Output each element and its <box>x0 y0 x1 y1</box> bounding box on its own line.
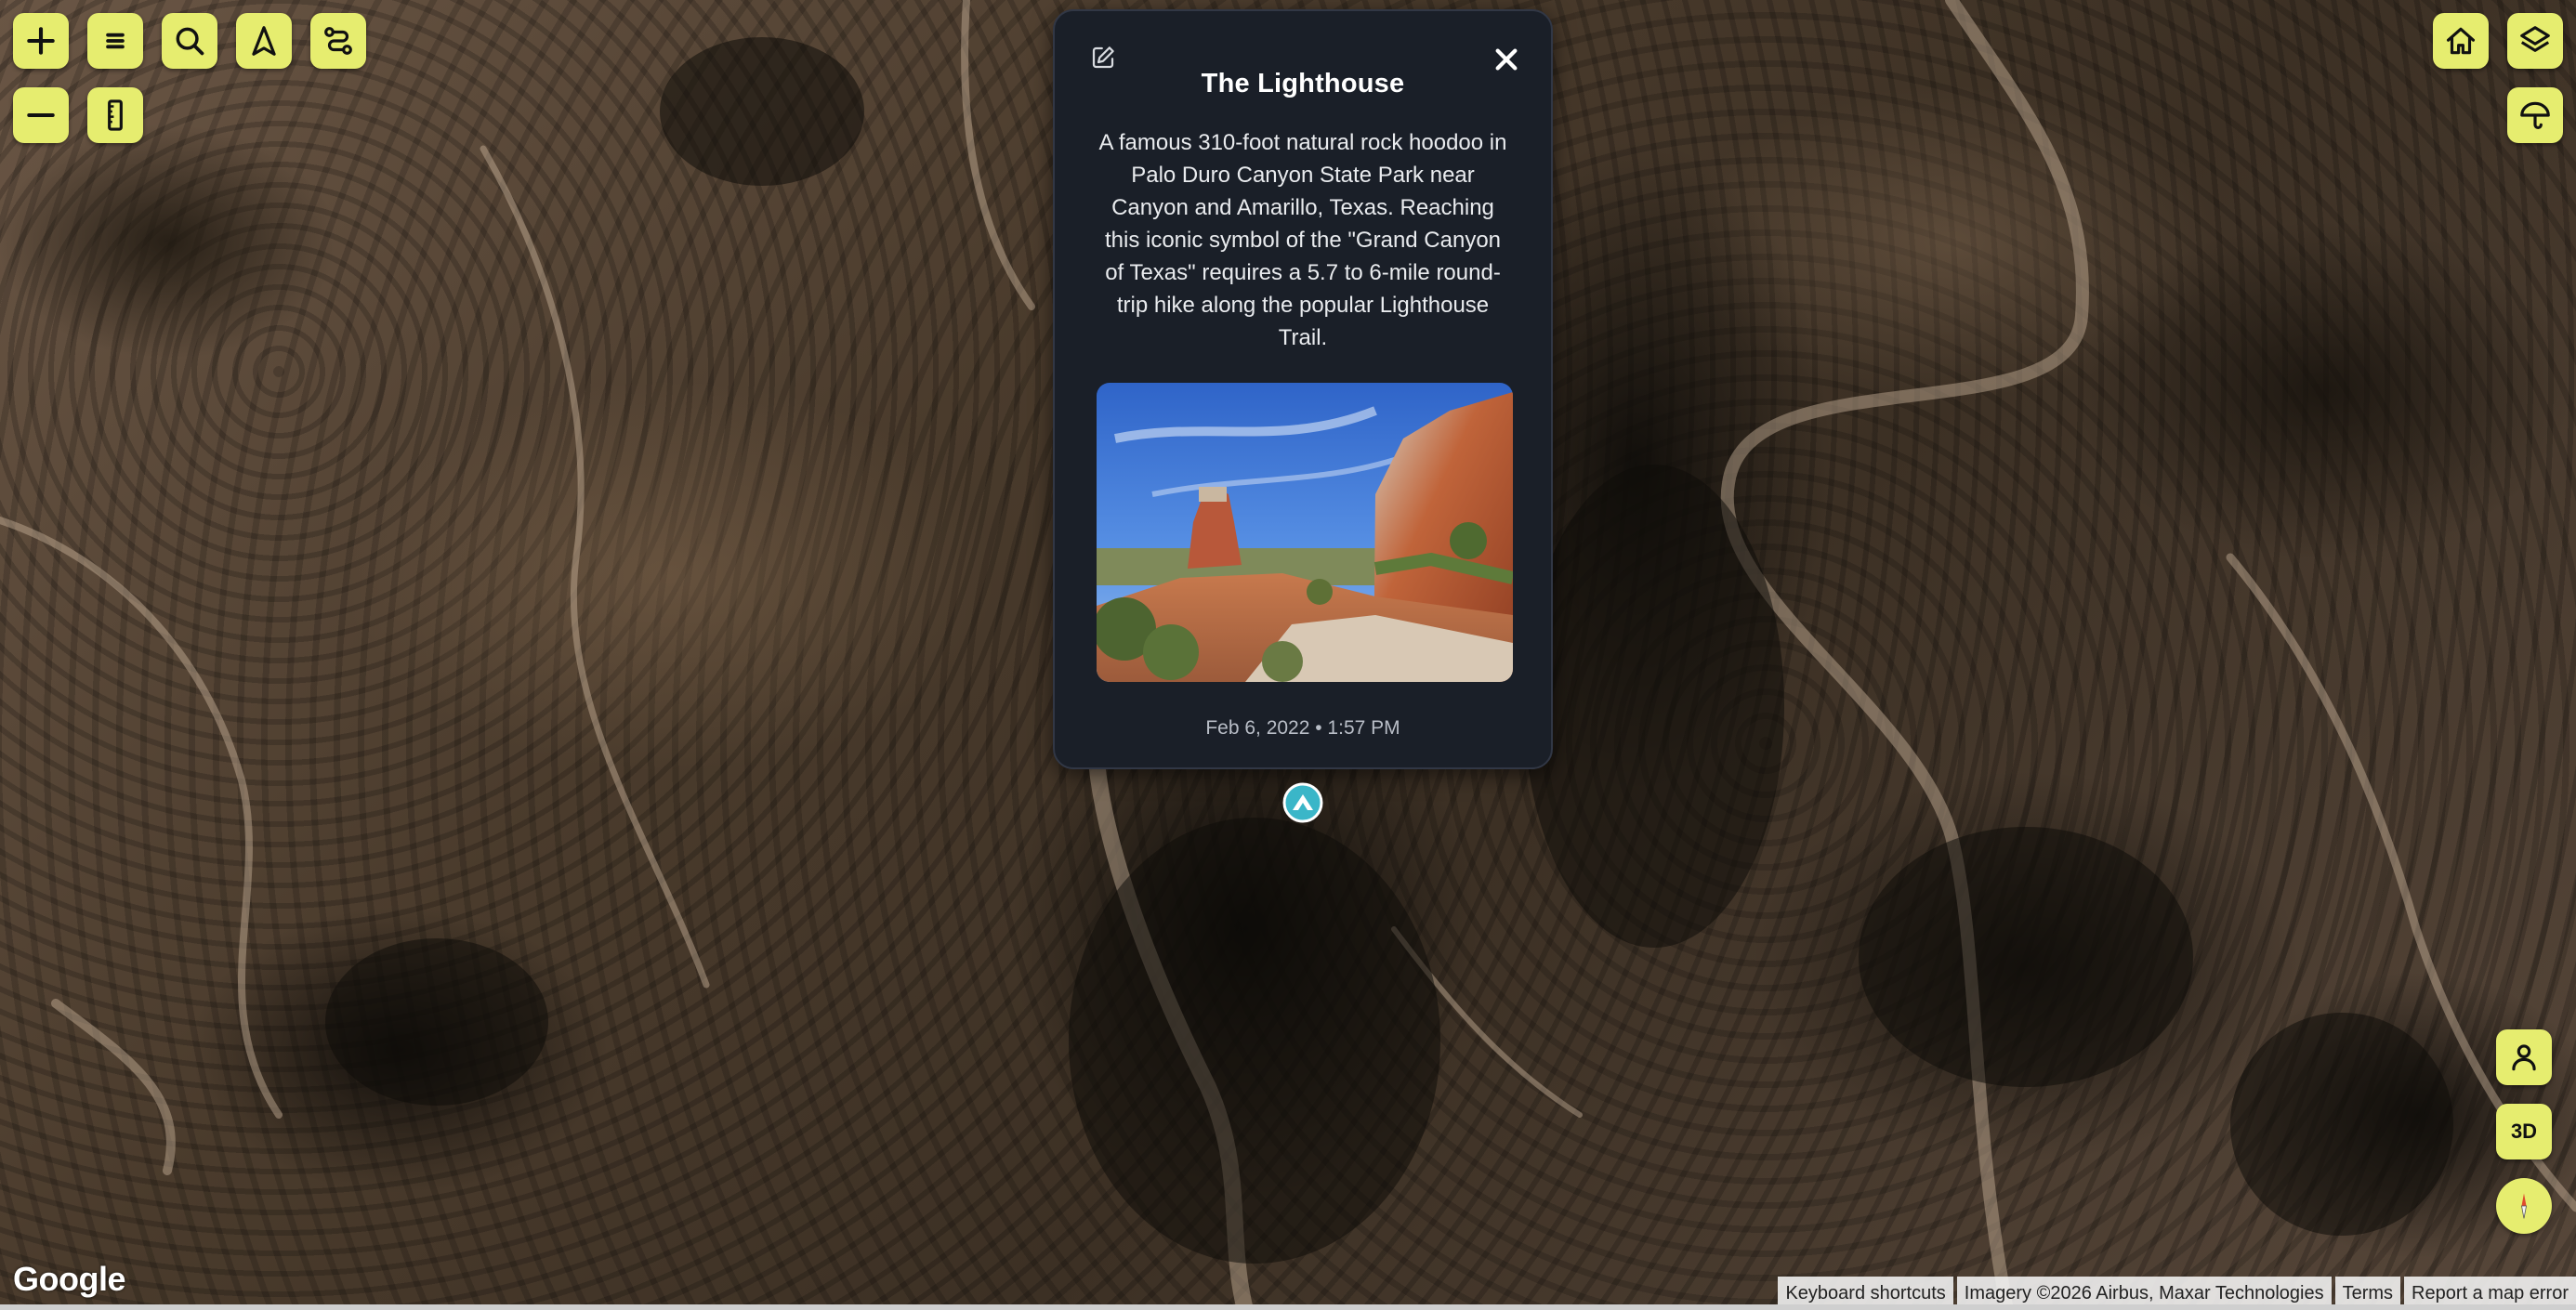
route-button[interactable] <box>310 13 366 69</box>
home-icon <box>2446 27 2476 55</box>
map-app: 3D The Lighthouse A famous 310-foot natu… <box>0 0 2576 1310</box>
bottom-strip <box>0 1304 2576 1310</box>
popup-description: A famous 310-foot natural rock hoodoo in… <box>1098 130 1507 350</box>
layers-icon <box>2520 26 2550 52</box>
google-logo: Google <box>13 1260 126 1298</box>
menu-icon <box>106 33 125 49</box>
measure-button[interactable] <box>87 87 143 143</box>
home-button[interactable] <box>2433 13 2489 69</box>
3d-label: 3D <box>2510 1120 2538 1143</box>
mountain-marker-icon <box>1282 782 1323 823</box>
minus-icon <box>27 112 55 118</box>
compass-icon <box>2520 1193 2528 1219</box>
zoom-out-button[interactable] <box>13 87 69 143</box>
place-photo[interactable] <box>1097 383 1513 682</box>
popup-timestamp: Feb 6, 2022 • 1:57 PM <box>1205 717 1400 739</box>
search-icon <box>176 27 204 56</box>
navigate-button[interactable] <box>236 13 292 69</box>
search-button[interactable] <box>162 13 217 69</box>
weather-button[interactable] <box>2507 87 2563 143</box>
popup-title: The Lighthouse <box>1201 69 1405 98</box>
pencil-icon <box>1092 46 1114 69</box>
navigation-arrow-icon <box>252 26 276 56</box>
3d-toggle-button[interactable]: 3D <box>2496 1104 2552 1159</box>
menu-button[interactable] <box>87 13 143 69</box>
person-icon <box>2512 1044 2536 1071</box>
layers-button[interactable] <box>2507 13 2563 69</box>
ruler-icon <box>108 99 123 131</box>
umbrella-icon <box>2520 101 2550 129</box>
route-icon <box>324 27 352 55</box>
plus-icon <box>27 27 55 55</box>
canyon-photo-image <box>1097 383 1513 682</box>
info-popup: The Lighthouse A famous 310-foot natural… <box>1053 9 1553 769</box>
zoom-in-button[interactable] <box>13 13 69 69</box>
place-marker[interactable] <box>1282 782 1323 823</box>
compass-button[interactable] <box>2496 1178 2552 1234</box>
street-view-button[interactable] <box>2496 1029 2552 1085</box>
